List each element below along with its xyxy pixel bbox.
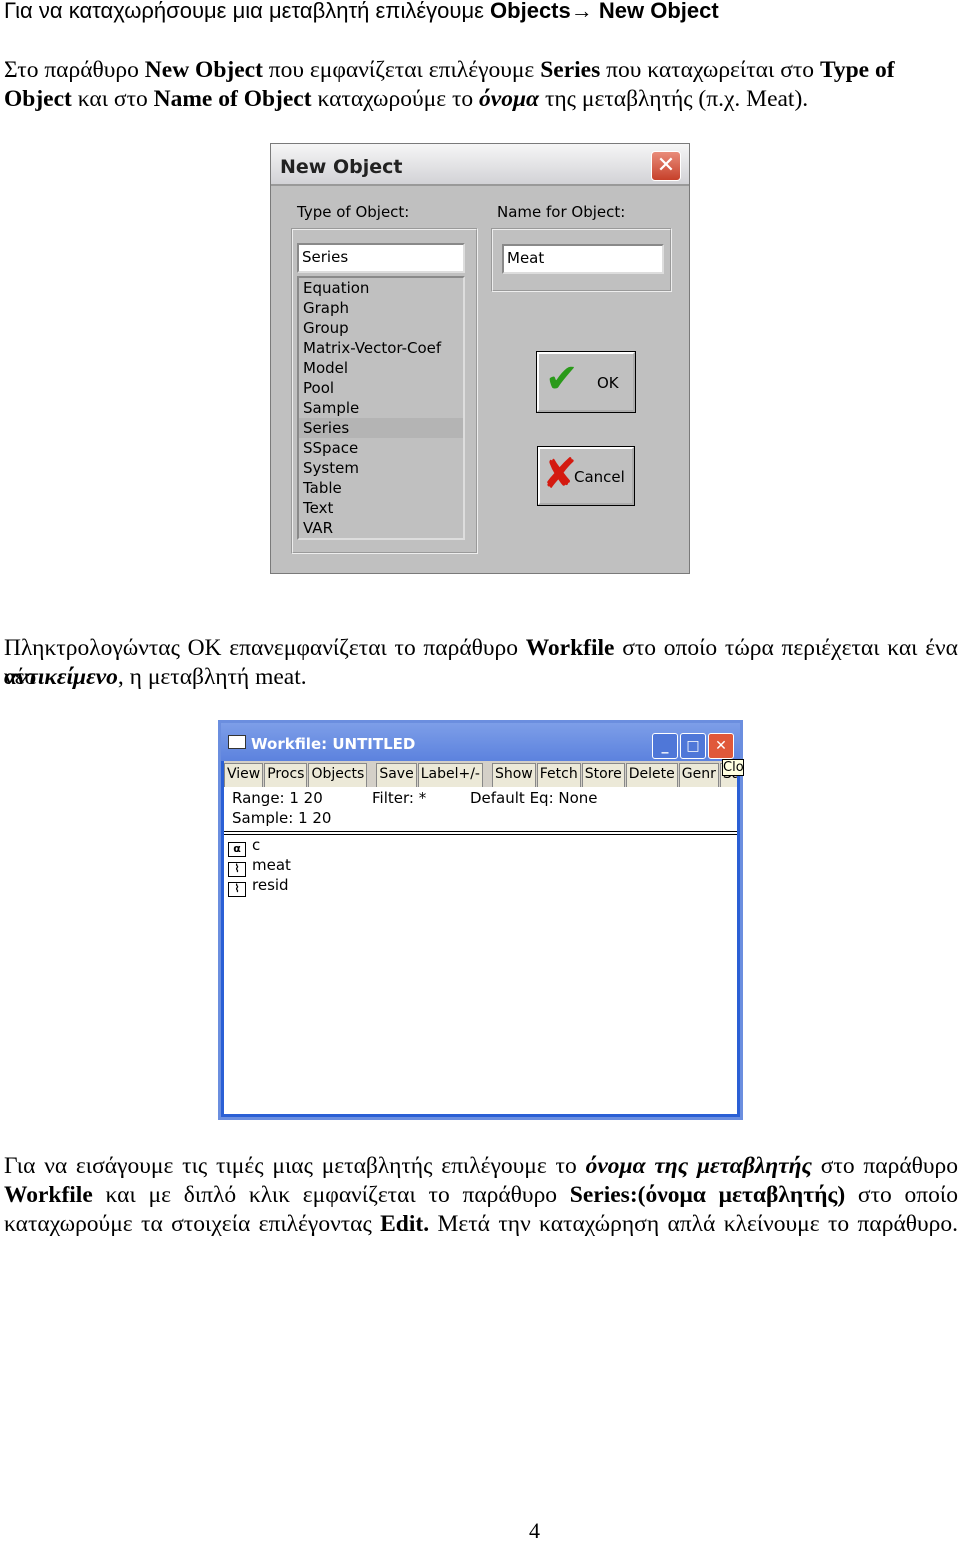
text: Για να εισάγουμε τις τιμές μιας μεταβλητ… xyxy=(4,1153,586,1179)
type-label: Type of Object: xyxy=(297,203,410,221)
paragraph-2: Στο παράθυρο New Object που εμφανίζεται … xyxy=(4,56,958,114)
maximize-icon[interactable]: □ xyxy=(680,733,706,759)
text: καταχωρούμε το xyxy=(311,86,480,112)
tooltip: Close xyxy=(722,759,744,776)
bold-italic-text: όνομα της μεταβλητής xyxy=(585,1153,812,1179)
bold-text: Objects xyxy=(490,0,571,23)
bold-text: Workfile xyxy=(4,1182,93,1208)
toolbar-button-label[interactable]: Label+/- xyxy=(417,763,483,789)
list-item[interactable]: Graph xyxy=(299,298,463,318)
text: που εμφανίζεται επιλέγουμε xyxy=(262,57,541,83)
name-input[interactable]: Meat xyxy=(502,244,664,274)
bold-text: Name of Object xyxy=(153,86,312,112)
object-item[interactable]: ⌇ resid xyxy=(224,875,737,897)
close-icon[interactable]: ✕ xyxy=(651,151,681,181)
workfile-info: Range: 1 20 Filter: * Default Eq: None S… xyxy=(224,787,737,835)
text: και με διπλό κλικ εμφανίζεται το παράθυρ… xyxy=(92,1182,570,1208)
toolbar-button-show[interactable]: Show xyxy=(491,763,536,789)
bold-text: Series xyxy=(540,57,601,83)
window-title: Workfile: UNTITLED xyxy=(251,735,416,753)
list-item[interactable]: Text xyxy=(299,498,463,518)
object-item[interactable]: αc xyxy=(224,835,737,857)
toolbar-button-genr[interactable]: Genr xyxy=(678,763,719,789)
arrow: → xyxy=(570,0,599,23)
object-item[interactable]: ⌇ meat xyxy=(224,855,737,877)
list-item[interactable]: Model xyxy=(299,358,463,378)
range: Range: 1 20 xyxy=(232,789,323,807)
list-item[interactable]: Sample xyxy=(299,398,463,418)
text: Για να καταχωρήσουμε μια μεταβλητή επιλέ… xyxy=(4,0,491,23)
list-item[interactable]: Group xyxy=(299,318,463,338)
toolbar-button-delete[interactable]: Delete xyxy=(625,763,678,789)
toolbar-button-objects[interactable]: Objects xyxy=(308,763,368,789)
list-item[interactable]: System xyxy=(299,458,463,478)
text: στο παράθυρο xyxy=(811,1153,959,1179)
object-name: meat xyxy=(252,856,291,874)
text: της μεταβλητής (π.χ. Meat). xyxy=(539,86,809,112)
title-bar: New Object ✕ xyxy=(271,144,689,186)
title-bar: Workfile: UNTITLED _ □ ✕ xyxy=(221,723,740,761)
paragraph-3-end: αντικείμενο, η μεταβλητή meat. xyxy=(4,663,958,692)
toolbar-button-store[interactable]: Store xyxy=(581,763,625,789)
close-icon[interactable]: ✕ xyxy=(708,733,734,759)
text: που καταχωρείται στο xyxy=(600,57,820,83)
toolbar-button-view[interactable]: View xyxy=(224,763,264,789)
type-list[interactable]: Equation Graph Group Matrix-Vector-Coef Mode… xyxy=(297,276,465,540)
sample: Sample: 1 20 xyxy=(232,809,332,827)
text: Στο παράθυρο xyxy=(4,57,145,83)
text: Μετά την καταχώρηση απλά κλείνουμε το πα… xyxy=(429,1211,958,1237)
bold-text: Edit. xyxy=(380,1211,430,1237)
text: , η μεταβλητή meat. xyxy=(117,664,307,690)
object-list: α c ⌇ meat ⌇ resid xyxy=(224,835,737,1114)
bold-italic-text: όνομα xyxy=(479,86,540,112)
object-name: c xyxy=(252,836,261,854)
list-item[interactable]: Series xyxy=(299,418,463,438)
filter: Filter: * xyxy=(372,789,427,807)
workfile-window: Workfile: UNTITLED _ □ ✕ View Procs Object… xyxy=(218,720,744,1120)
series-icon: ⌇ xyxy=(228,882,246,897)
toolbar-button-procs[interactable]: Procs xyxy=(264,763,308,789)
text: Πληκτρολογώντας OK επανεμφανίζεται το πα… xyxy=(4,635,526,661)
object-name: resid xyxy=(252,876,289,894)
bold-text: Series:(όνομα μεταβλητής) xyxy=(569,1182,846,1208)
document-page: Για να καταχωρήσουμε μια μεταβλητή επιλέ… xyxy=(0,0,960,1542)
type-field[interactable]: Series xyxy=(297,243,465,273)
toolbar-button-save[interactable]: Save xyxy=(376,763,417,789)
list-item[interactable]: SSpace xyxy=(299,438,463,458)
bold-text: New Object xyxy=(144,57,263,83)
bold-text: New Object xyxy=(598,0,719,23)
page-number: 4 xyxy=(529,1518,540,1542)
x-icon: ✘ xyxy=(542,449,578,498)
bold-text: Workfile xyxy=(525,635,615,661)
list-item[interactable]: Pool xyxy=(299,378,463,398)
checkmark-icon: ✔ xyxy=(545,356,579,402)
name-label: Name for Object: xyxy=(497,203,626,221)
minimize-icon[interactable]: _ xyxy=(652,733,678,759)
toolbar-button-fetch[interactable]: Fetch xyxy=(536,763,581,789)
dialog-title: New Object xyxy=(280,156,403,178)
paragraph-4: Για να εισάγουμε τις τιμές μιας μεταβλητ… xyxy=(4,1152,958,1239)
ok-button[interactable]: ✔ OK xyxy=(536,351,636,413)
toolbar: View Procs Objects Save Label+/- Show Fetch Sto… xyxy=(224,761,737,789)
window-icon xyxy=(228,735,246,749)
ok-label: OK xyxy=(597,374,619,392)
list-item[interactable]: Table xyxy=(299,478,463,498)
paragraph-1: Για να καταχωρήσουμε μια μεταβλητή επιλέ… xyxy=(4,0,719,24)
cancel-button[interactable]: ✘ Cancel xyxy=(537,446,635,506)
cancel-label: Cancel xyxy=(574,468,625,486)
list-item[interactable]: VAR xyxy=(299,518,463,538)
bold-italic-text: αντικείμενο xyxy=(4,664,118,690)
text: και στο xyxy=(71,86,154,112)
default-eq: Default Eq: None xyxy=(470,789,598,807)
list-item[interactable]: Equation xyxy=(299,278,463,298)
list-item[interactable]: Matrix-Vector-Coef xyxy=(299,338,463,358)
